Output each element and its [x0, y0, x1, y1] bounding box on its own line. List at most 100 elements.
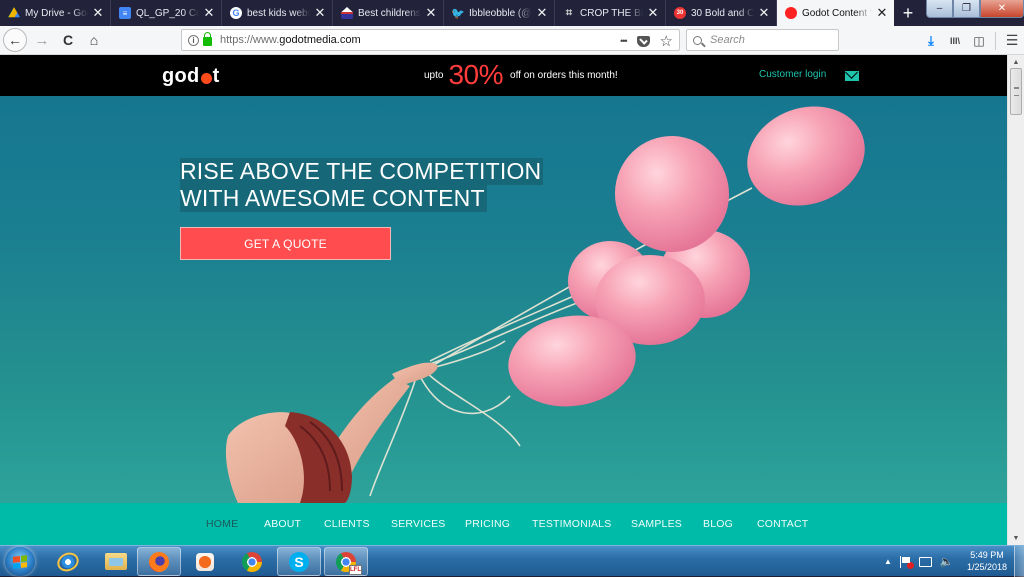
main-navigation: HOME ABOUT CLIENTS SERVICES PRICING TEST… — [0, 503, 1007, 545]
hero-title-line1: RISE ABOVE THE COMPETITION — [180, 158, 544, 185]
tab-title: CROP THE BLOCK — [580, 7, 643, 19]
scroll-down-arrow-icon[interactable]: ▼ — [1008, 532, 1024, 544]
bookmark-star-icon[interactable]: ☆ — [660, 32, 673, 50]
more-actions-icon[interactable]: ••• — [620, 36, 628, 46]
close-icon[interactable]: ✕ — [536, 5, 548, 21]
site-header: god t upto 30% off on orders this month! … — [0, 55, 1007, 96]
search-input[interactable]: Search — [686, 29, 839, 51]
close-icon[interactable]: ✕ — [203, 5, 215, 21]
volume-icon[interactable]: 🔈 — [940, 555, 954, 568]
close-icon[interactable]: ✕ — [425, 5, 437, 21]
tab-godot-content[interactable]: Godot Content Writing ✕ — [777, 0, 894, 26]
browser-tab-strip: My Drive - Google Drive ✕ ≡ QL_GP_20 Coo… — [0, 0, 1024, 26]
show-desktop-button[interactable] — [1014, 546, 1024, 577]
info-icon[interactable]: i — [188, 34, 199, 46]
taskbar-chrome-profile[interactable]: LFL — [324, 547, 368, 576]
scrollbar-thumb[interactable] — [1010, 68, 1022, 115]
url-bar[interactable]: i https://www. godotmedia.com ••• ☆ — [181, 29, 680, 51]
hero-headline: RISE ABOVE THE COMPETITION WITH AWESOME … — [180, 158, 544, 212]
nav-home[interactable]: HOME — [206, 518, 238, 530]
new-tab-button[interactable]: + — [894, 0, 922, 26]
menu-icon[interactable]: ☰ — [1000, 32, 1024, 49]
scroll-up-arrow-icon[interactable]: ▲ — [1008, 56, 1024, 68]
minimize-button[interactable]: – — [926, 0, 953, 18]
tab-title: Best childrens apps — [358, 7, 421, 19]
internet-explorer-icon — [54, 548, 82, 575]
nav-blog[interactable]: BLOG — [703, 518, 733, 530]
search-placeholder: Search — [710, 34, 745, 46]
nav-contact[interactable]: CONTACT — [757, 518, 808, 530]
url-actions: ••• ☆ — [620, 32, 673, 50]
show-hidden-icons-icon[interactable]: ▲ — [884, 557, 892, 566]
nav-testimonials[interactable]: TESTIMONIALS — [532, 518, 611, 530]
tab-title: Ibbleobble (@_ibbleobble) — [469, 7, 532, 19]
hero-title-line2: WITH AWESOME CONTENT — [180, 185, 487, 212]
tab-crop-the-block[interactable]: ⌗ CROP THE BLOCK ✕ — [555, 0, 666, 26]
chrome-icon — [242, 551, 262, 572]
forward-button[interactable]: → — [29, 32, 55, 49]
tab-ql-gp-20[interactable]: ≡ QL_GP_20 Cool Websites ✕ — [111, 0, 222, 26]
godot-logo[interactable]: god t — [162, 65, 220, 88]
system-clock[interactable]: 5:49 PM 1/25/2018 — [962, 549, 1012, 573]
nav-pricing[interactable]: PRICING — [465, 518, 510, 530]
tab-30-bold-and-clean[interactable]: 30 30 Bold and Clean ✕ — [666, 0, 777, 26]
browser-toolbar: ← → C ⌂ i https://www. godotmedia.com •••… — [0, 26, 1024, 55]
page-viewport: god t upto 30% off on orders this month! … — [0, 55, 1007, 545]
sidebar-icon[interactable]: ◫ — [967, 34, 991, 48]
network-icon[interactable] — [918, 556, 932, 567]
close-icon[interactable]: ✕ — [876, 5, 888, 21]
download-icon[interactable]: ⤓ — [919, 33, 943, 49]
tab-title: 30 Bold and Clean — [691, 7, 754, 19]
close-window-button[interactable]: ✕ — [980, 0, 1024, 18]
tab-ibbleobble[interactable]: 🐦 Ibbleobble (@_ibbleobble) ✕ — [444, 0, 555, 26]
nav-about[interactable]: ABOUT — [264, 518, 301, 530]
nav-clients[interactable]: CLIENTS — [324, 518, 370, 530]
mail-icon[interactable] — [845, 71, 859, 81]
taskbar-internet-explorer[interactable] — [46, 547, 90, 576]
home-button[interactable]: ⌂ — [81, 32, 107, 48]
start-button[interactable] — [5, 547, 35, 576]
promo-banner: upto 30% off on orders this month! — [424, 60, 618, 90]
search-icon — [693, 35, 702, 45]
nav-services[interactable]: SERVICES — [391, 518, 446, 530]
taskbar-firefox[interactable] — [137, 547, 181, 576]
chrome-profile-icon: LFL — [336, 551, 362, 575]
close-icon[interactable]: ✕ — [647, 5, 659, 21]
taskbar-media-player[interactable] — [183, 547, 227, 576]
nav-samples[interactable]: SAMPLES — [631, 518, 682, 530]
clock-date: 1/25/2018 — [966, 562, 1008, 572]
crop-icon: ⌗ — [565, 6, 573, 19]
promo-discount: 30% — [448, 59, 504, 90]
get-a-quote-button[interactable]: GET A QUOTE — [180, 227, 391, 260]
close-icon[interactable]: ✕ — [758, 5, 770, 21]
firefox-icon — [149, 551, 169, 572]
maximize-button[interactable]: ❐ — [953, 0, 980, 18]
url-host: godotmedia.com — [279, 34, 361, 46]
taskbar-skype[interactable]: S — [277, 547, 321, 576]
pocket-icon[interactable] — [636, 35, 650, 47]
back-button[interactable]: ← — [3, 28, 27, 52]
logo-dot-icon — [200, 73, 212, 84]
page-scrollbar[interactable]: ▲ ▼ — [1007, 55, 1024, 545]
tab-title: QL_GP_20 Cool Websites — [136, 7, 199, 19]
google-drive-icon — [8, 7, 20, 18]
tab-best-childrens-apps[interactable]: Best childrens apps ✕ — [333, 0, 444, 26]
customer-login-link[interactable]: Customer login — [759, 69, 826, 80]
reload-button[interactable]: C — [55, 32, 81, 48]
library-icon[interactable]: III\ — [943, 36, 967, 46]
hero-section: RISE ABOVE THE COMPETITION WITH AWESOME … — [0, 96, 1007, 503]
toolbar-right: ⤓ III\ ◫ ☰ — [919, 26, 1024, 55]
godot-icon — [785, 7, 797, 19]
tab-my-drive[interactable]: My Drive - Google Drive ✕ — [0, 0, 111, 26]
balloons — [508, 106, 865, 407]
skype-icon: S — [289, 551, 309, 572]
tab-best-kids-websites[interactable]: G best kids websites ✕ — [222, 0, 333, 26]
google-icon: G — [230, 7, 242, 19]
girl-figure — [225, 362, 438, 503]
taskbar-file-explorer[interactable] — [94, 547, 138, 576]
close-icon[interactable]: ✕ — [92, 5, 104, 21]
action-center-flag-icon[interactable] — [899, 555, 914, 569]
close-icon[interactable]: ✕ — [314, 5, 326, 21]
taskbar-chrome[interactable] — [230, 547, 274, 576]
lock-icon[interactable] — [203, 32, 212, 46]
